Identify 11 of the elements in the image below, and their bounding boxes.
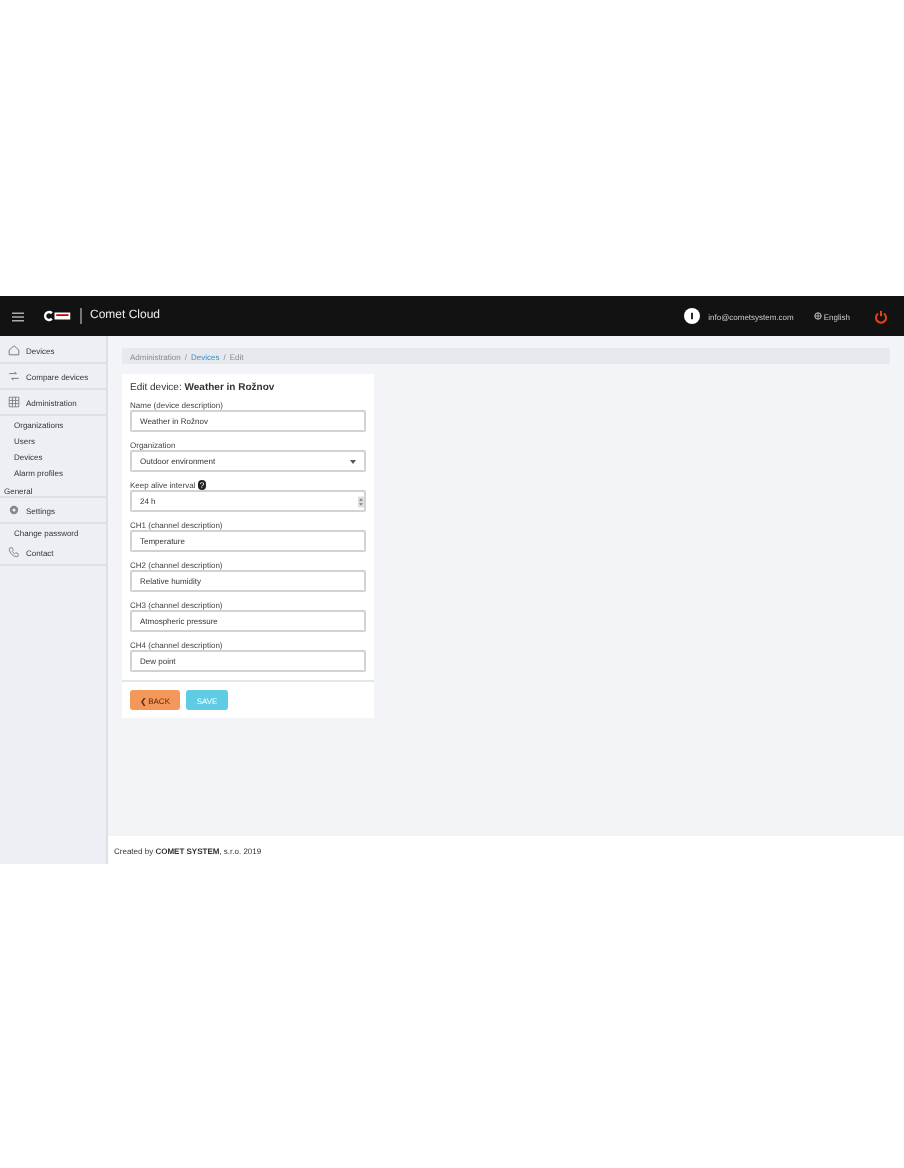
globe-icon (813, 312, 822, 320)
grid-icon (8, 396, 20, 408)
arrows-icon (8, 370, 20, 382)
power-icon[interactable] (874, 309, 888, 323)
logo-icon (44, 310, 72, 322)
phone-icon (8, 546, 20, 558)
home-icon (8, 344, 20, 356)
caret-icon (350, 459, 356, 463)
user-avatar-icon[interactable] (684, 308, 701, 324)
menu-icon[interactable] (12, 311, 24, 321)
spinner-icon[interactable] (357, 493, 363, 509)
